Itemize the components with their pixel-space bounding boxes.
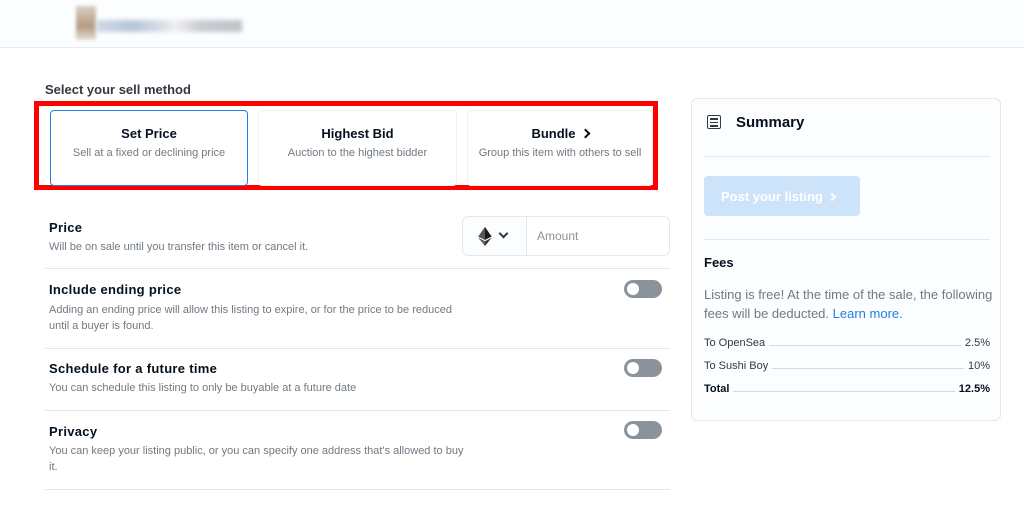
ending-price-toggle[interactable] — [624, 280, 662, 298]
price-input-group — [462, 216, 670, 256]
sell-method-heading: Select your sell method — [45, 82, 191, 97]
fee-row-creator: To Sushi Boy 10% — [704, 360, 990, 374]
privacy-toggle[interactable] — [624, 421, 662, 439]
post-listing-button[interactable]: Post your listing — [704, 176, 860, 216]
summary-title: Summary — [736, 114, 805, 131]
fee-label: To OpenSea — [704, 337, 770, 349]
list-icon — [707, 115, 721, 129]
set-price-title: Set Price — [121, 126, 177, 141]
ending-price-description: Adding an ending price will allow this l… — [49, 304, 452, 332]
schedule-toggle[interactable] — [624, 359, 662, 377]
bundle-title-wrap: Bundle — [468, 126, 652, 141]
privacy-description: You can keep your listing public, or you… — [49, 445, 464, 473]
bundle-description: Group this item with others to sell — [478, 147, 642, 159]
fees-text: Listing is free! At the time of the sale… — [704, 285, 994, 323]
privacy-title: Privacy — [49, 424, 98, 439]
highest-bid-description: Auction to the highest bidder — [287, 147, 428, 159]
ethereum-icon — [478, 227, 492, 246]
amount-input[interactable] — [527, 217, 669, 255]
schedule-title: Schedule for a future time — [49, 361, 218, 376]
price-title: Price — [49, 220, 83, 235]
sell-method-set-price[interactable]: Set Price Sell at a fixed or declining p… — [50, 110, 248, 186]
sell-method-bundle[interactable]: Bundle Group this item with others to se… — [467, 110, 653, 186]
fee-row-total: Total 12.5% — [704, 383, 990, 397]
privacy-row: Privacy You can keep your listing public… — [45, 411, 670, 490]
price-description: Will be on sale until you transfer this … — [49, 241, 309, 253]
ending-price-row: Include ending price Adding an ending pr… — [45, 269, 670, 349]
bundle-title: Bundle — [531, 126, 576, 141]
fees-title: Fees — [704, 255, 734, 270]
fee-row-opensea: To OpenSea 2.5% — [704, 337, 990, 351]
logo-image[interactable] — [76, 6, 96, 40]
chevron-right-icon — [827, 192, 837, 201]
set-price-description: Sell at a fixed or declining price — [72, 147, 226, 159]
post-listing-label: Post your listing — [721, 188, 823, 204]
divider — [704, 156, 990, 157]
fee-label: To Sushi Boy — [704, 360, 773, 372]
total-value: 12.5% — [954, 383, 990, 395]
fee-value: 10% — [963, 360, 990, 372]
schedule-description: You can schedule this listing to only be… — [49, 382, 357, 394]
total-label: Total — [704, 383, 734, 395]
learn-more-link[interactable]: Learn more. — [833, 306, 903, 321]
schedule-row: Schedule for a future time You can sched… — [45, 349, 670, 411]
summary-panel: Summary Post your listing Fees Listing i… — [691, 98, 1001, 421]
top-bar — [0, 0, 1024, 48]
highest-bid-title: Highest Bid — [321, 126, 394, 141]
chevron-down-icon — [498, 228, 509, 239]
divider — [704, 239, 990, 240]
dotted-leader — [704, 391, 990, 392]
sell-method-highest-bid[interactable]: Highest Bid Auction to the highest bidde… — [258, 110, 457, 186]
chevron-right-icon — [580, 128, 590, 139]
logo-text-blurred — [96, 20, 242, 32]
ending-price-title: Include ending price — [49, 282, 182, 297]
token-selector[interactable] — [463, 217, 527, 255]
fee-value: 2.5% — [960, 337, 990, 349]
